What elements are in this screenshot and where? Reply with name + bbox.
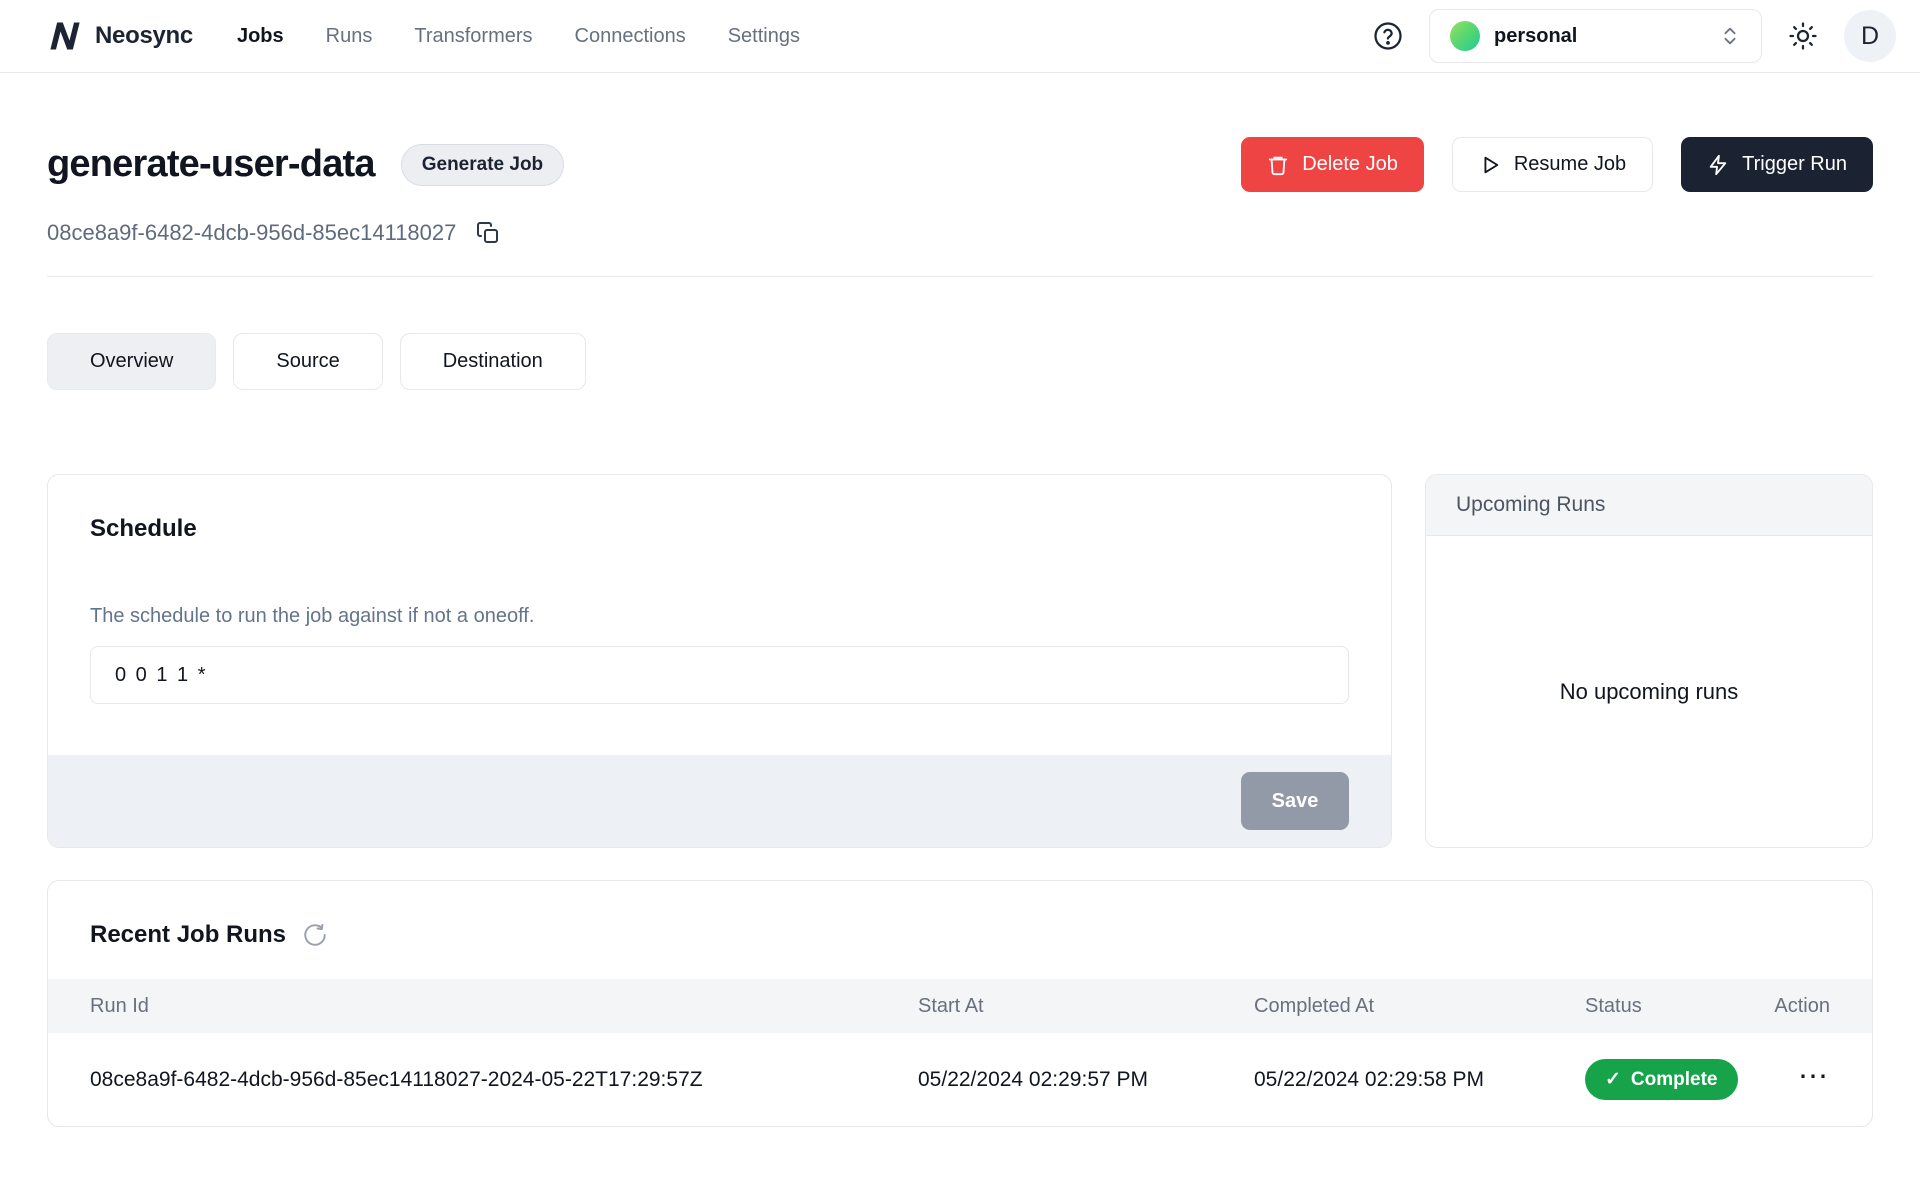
help-button[interactable] xyxy=(1373,21,1403,51)
lightning-icon xyxy=(1707,154,1729,176)
upcoming-runs-empty-message: No upcoming runs xyxy=(1426,536,1872,847)
recent-job-runs-card: Recent Job Runs Run Id Start At Complete… xyxy=(47,880,1873,1127)
resume-job-button[interactable]: Resume Job xyxy=(1452,137,1653,192)
top-navbar: Neosync Jobs Runs Transformers Connectio… xyxy=(0,0,1920,73)
row-actions-button[interactable]: ⋯ xyxy=(1798,1067,1830,1087)
nav-item-transformers[interactable]: Transformers xyxy=(414,25,532,48)
brand-name: Neosync xyxy=(95,22,193,50)
page-content: generate-user-data Generate Job Delete J… xyxy=(0,137,1920,1127)
refresh-button[interactable] xyxy=(302,922,328,948)
copy-job-id-button[interactable] xyxy=(476,221,500,245)
tab-overview[interactable]: Overview xyxy=(47,333,216,390)
resume-job-label: Resume Job xyxy=(1514,153,1626,176)
trigger-run-button[interactable]: Trigger Run xyxy=(1681,137,1873,192)
run-table-row[interactable]: 08ce8a9f-6482-4dcb-956d-85ec14118027-202… xyxy=(48,1033,1872,1126)
check-icon: ✓ xyxy=(1605,1068,1621,1091)
theme-toggle-button[interactable] xyxy=(1788,21,1818,51)
schedule-title: Schedule xyxy=(90,515,1349,543)
sun-icon xyxy=(1788,21,1818,51)
column-run-id: Run Id xyxy=(90,995,918,1018)
chevrons-up-down-icon xyxy=(1719,25,1741,47)
upcoming-runs-header: Upcoming Runs xyxy=(1426,475,1872,536)
trash-icon xyxy=(1267,154,1289,176)
status-label: Complete xyxy=(1631,1069,1718,1091)
column-completed-at: Completed At xyxy=(1254,995,1585,1018)
job-tabs: Overview Source Destination xyxy=(47,333,1873,390)
save-button[interactable]: Save xyxy=(1241,772,1349,830)
recent-job-runs-title: Recent Job Runs xyxy=(90,921,286,949)
schedule-card-footer: Save xyxy=(48,755,1391,847)
nav-item-jobs[interactable]: Jobs xyxy=(237,25,284,48)
tab-destination[interactable]: Destination xyxy=(400,333,586,390)
delete-job-label: Delete Job xyxy=(1302,153,1398,176)
start-at-cell: 05/22/2024 02:29:57 PM xyxy=(918,1068,1254,1092)
account-name: personal xyxy=(1494,25,1705,48)
user-avatar[interactable]: D xyxy=(1844,10,1896,62)
nav-item-settings[interactable]: Settings xyxy=(728,25,800,48)
neosync-logo-icon xyxy=(47,18,83,54)
runs-table-header: Run Id Start At Completed At Status Acti… xyxy=(48,979,1872,1033)
nav-item-runs[interactable]: Runs xyxy=(326,25,373,48)
column-status: Status xyxy=(1585,995,1745,1018)
column-start-at: Start At xyxy=(918,995,1254,1018)
schedule-description: The schedule to run the job against if n… xyxy=(90,605,1349,628)
play-icon xyxy=(1479,154,1501,176)
status-badge[interactable]: ✓ Complete xyxy=(1585,1059,1738,1100)
upcoming-runs-card: Upcoming Runs No upcoming runs xyxy=(1425,474,1873,848)
header-divider xyxy=(47,276,1873,277)
brand[interactable]: Neosync xyxy=(47,18,193,54)
refresh-icon xyxy=(302,922,328,948)
account-switcher[interactable]: personal xyxy=(1429,9,1762,63)
schedule-card: Schedule The schedule to run the job aga… xyxy=(47,474,1392,848)
completed-at-cell: 05/22/2024 02:29:58 PM xyxy=(1254,1068,1585,1092)
help-circle-icon xyxy=(1373,21,1403,51)
tab-source[interactable]: Source xyxy=(233,333,382,390)
trigger-run-label: Trigger Run xyxy=(1742,153,1847,176)
delete-job-button[interactable]: Delete Job xyxy=(1241,137,1424,192)
nav-item-connections[interactable]: Connections xyxy=(575,25,686,48)
job-id-text: 08ce8a9f-6482-4dcb-956d-85ec14118027 xyxy=(47,220,456,246)
main-nav: Jobs Runs Transformers Connections Setti… xyxy=(237,25,800,48)
job-type-badge: Generate Job xyxy=(401,144,564,186)
run-id-cell[interactable]: 08ce8a9f-6482-4dcb-956d-85ec14118027-202… xyxy=(90,1068,918,1092)
account-avatar xyxy=(1450,21,1480,51)
cron-schedule-input[interactable] xyxy=(90,646,1349,704)
page-title: generate-user-data xyxy=(47,143,375,186)
column-action: Action xyxy=(1745,995,1830,1018)
copy-icon xyxy=(476,221,500,245)
